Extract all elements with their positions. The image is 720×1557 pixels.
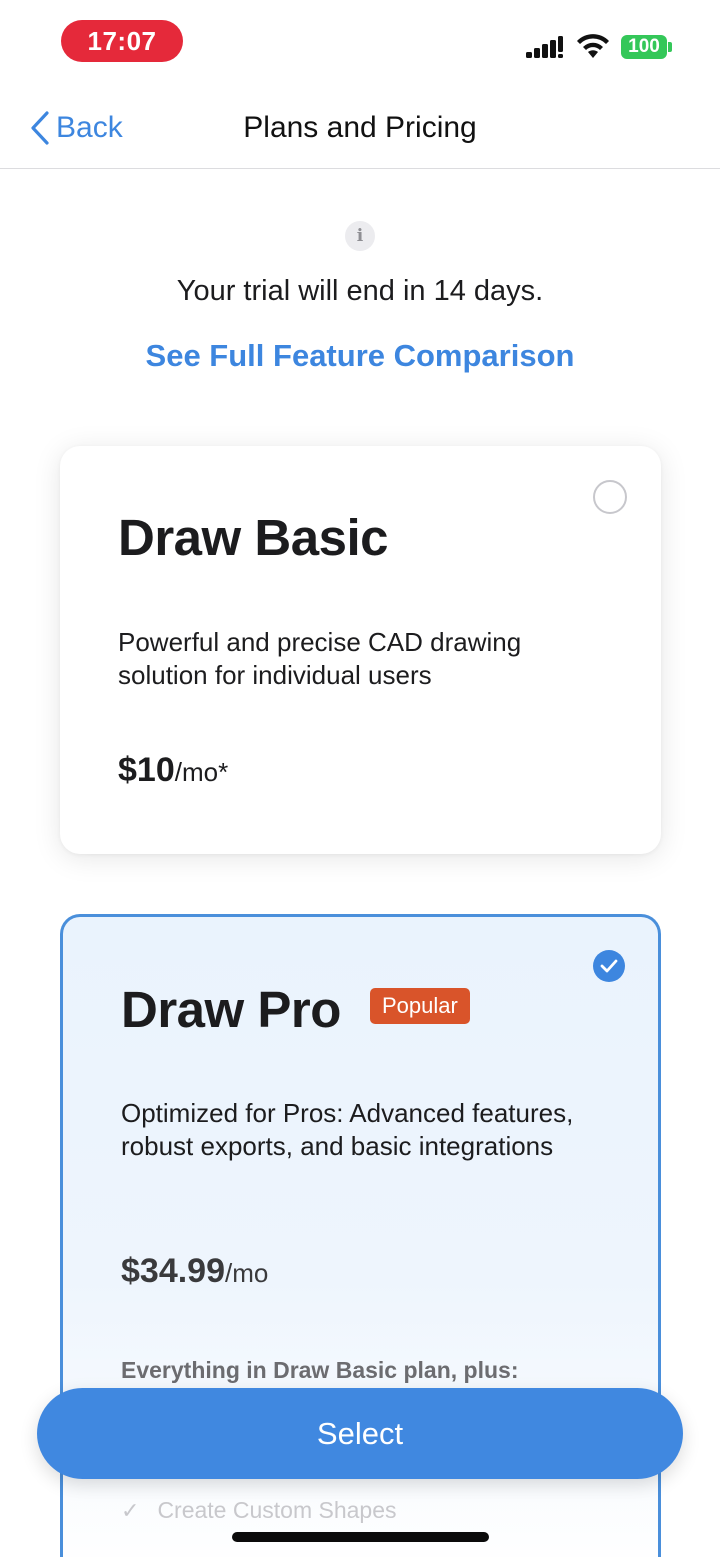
feature-label: Create Custom Shapes: [157, 1497, 397, 1523]
navigation-bar: Plans and Pricing Back: [0, 84, 720, 169]
back-button-label: Back: [56, 111, 123, 144]
info-icon[interactable]: i: [345, 221, 375, 251]
price-unit: /mo*: [174, 757, 229, 787]
checkmark-icon: [600, 959, 618, 973]
plan-description: Optimized for Pros: Advanced features, r…: [121, 1098, 574, 1161]
plan-name: Draw Basic: [118, 509, 388, 566]
plan-description: Powerful and precise CAD drawing solutio…: [118, 627, 522, 690]
cellular-signal-icon: [526, 36, 563, 58]
plan-name: Draw Pro: [121, 981, 341, 1038]
battery-icon: 100: [621, 35, 667, 59]
chevron-left-icon: [31, 111, 49, 145]
trial-message: Your trial will end in 14 days.: [176, 275, 544, 307]
plan-radio-unselected[interactable]: [593, 480, 627, 514]
battery-tip: [668, 42, 672, 52]
status-bar: 17:07 100: [0, 0, 720, 84]
back-button[interactable]: Back: [30, 108, 123, 148]
plan-includes-text: Everything in Draw Basic plan, plus:: [121, 1357, 519, 1383]
home-indicator[interactable]: [232, 1532, 489, 1542]
plan-price: $10/mo*: [118, 751, 228, 790]
status-time: 17:07: [61, 20, 183, 62]
select-button[interactable]: Select: [37, 1388, 683, 1479]
check-icon: ✓: [121, 1497, 140, 1523]
price-amount: $10: [118, 751, 175, 789]
popular-badge: Popular: [370, 988, 470, 1024]
plan-radio-selected[interactable]: [593, 950, 625, 982]
plan-price: $34.99/mo: [121, 1252, 268, 1291]
price-unit: /mo: [225, 1258, 269, 1288]
feature-comparison-link[interactable]: See Full Feature Comparison: [0, 336, 720, 376]
feature-list-item: ✓ Create Custom Shapes: [121, 1497, 397, 1524]
plan-card-basic[interactable]: Draw Basic Powerful and precise CAD draw…: [60, 446, 661, 854]
price-amount: $34.99: [121, 1252, 225, 1290]
wifi-icon: [577, 34, 609, 58]
